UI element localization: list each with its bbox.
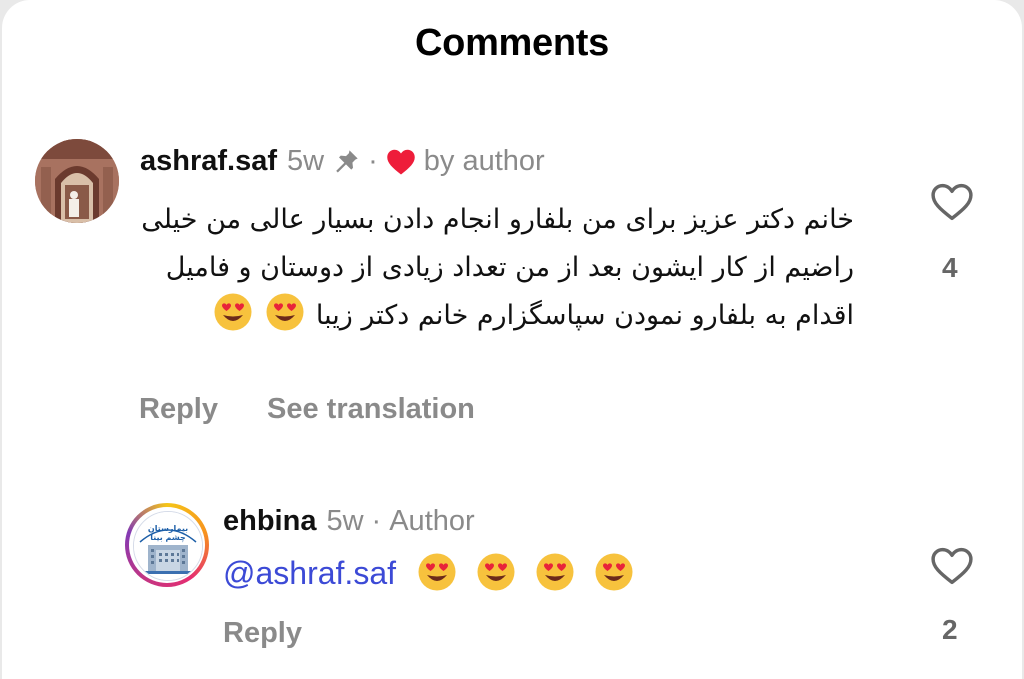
heart-eyes-emoji [417,552,457,592]
mention-link[interactable]: @ashraf.saf [223,555,396,591]
comment-header: ashraf.saf 5w · by author [140,145,545,178]
avatar[interactable] [35,139,119,223]
pin-icon [332,148,360,176]
heart-eyes-emoji [213,292,253,332]
heart-eyes-emoji [535,552,575,592]
separator-dot: · [371,505,382,537]
comment-header: ehbina 5w · Author [223,505,475,538]
heart-outline-icon[interactable] [930,182,974,222]
comment-body: خانم دکتر عزیز برای من بلفارو انجام دادن… [140,196,854,340]
see-translation-button[interactable]: See translation [267,393,475,426]
avatar[interactable]: بیمارستان چشم بینا [125,503,209,587]
like-count: 4 [942,252,958,283]
heart-eyes-emoji [265,292,305,332]
heart-eyes-emoji [594,552,634,592]
author-badge: Author [389,505,475,537]
username[interactable]: ehbina [223,505,316,538]
logo-text-2: چشم بینا [150,533,186,542]
like-count: 2 [942,614,958,645]
reply-button[interactable]: Reply [223,617,302,650]
logo-text-1: بیمارستان [148,524,188,533]
heart-eyes-emoji [476,552,516,592]
avatar-photo [35,139,119,223]
timestamp: 5w [326,505,364,537]
heart-outline-icon[interactable] [930,546,974,586]
hospital-logo: بیمارستان چشم بینا [133,511,203,581]
reply-body: @ashraf.saf [223,552,636,592]
comments-sheet: Comments ashraf.saf 5w · by author خانم … [2,0,1022,679]
heart-filled-icon [386,148,416,176]
page-title: Comments [415,22,609,64]
timestamp: 5w [287,145,325,177]
separator-dot: · [368,145,378,177]
reply-button[interactable]: Reply [139,393,218,426]
liked-by-author: by author [423,145,545,177]
username[interactable]: ashraf.saf [140,145,277,178]
